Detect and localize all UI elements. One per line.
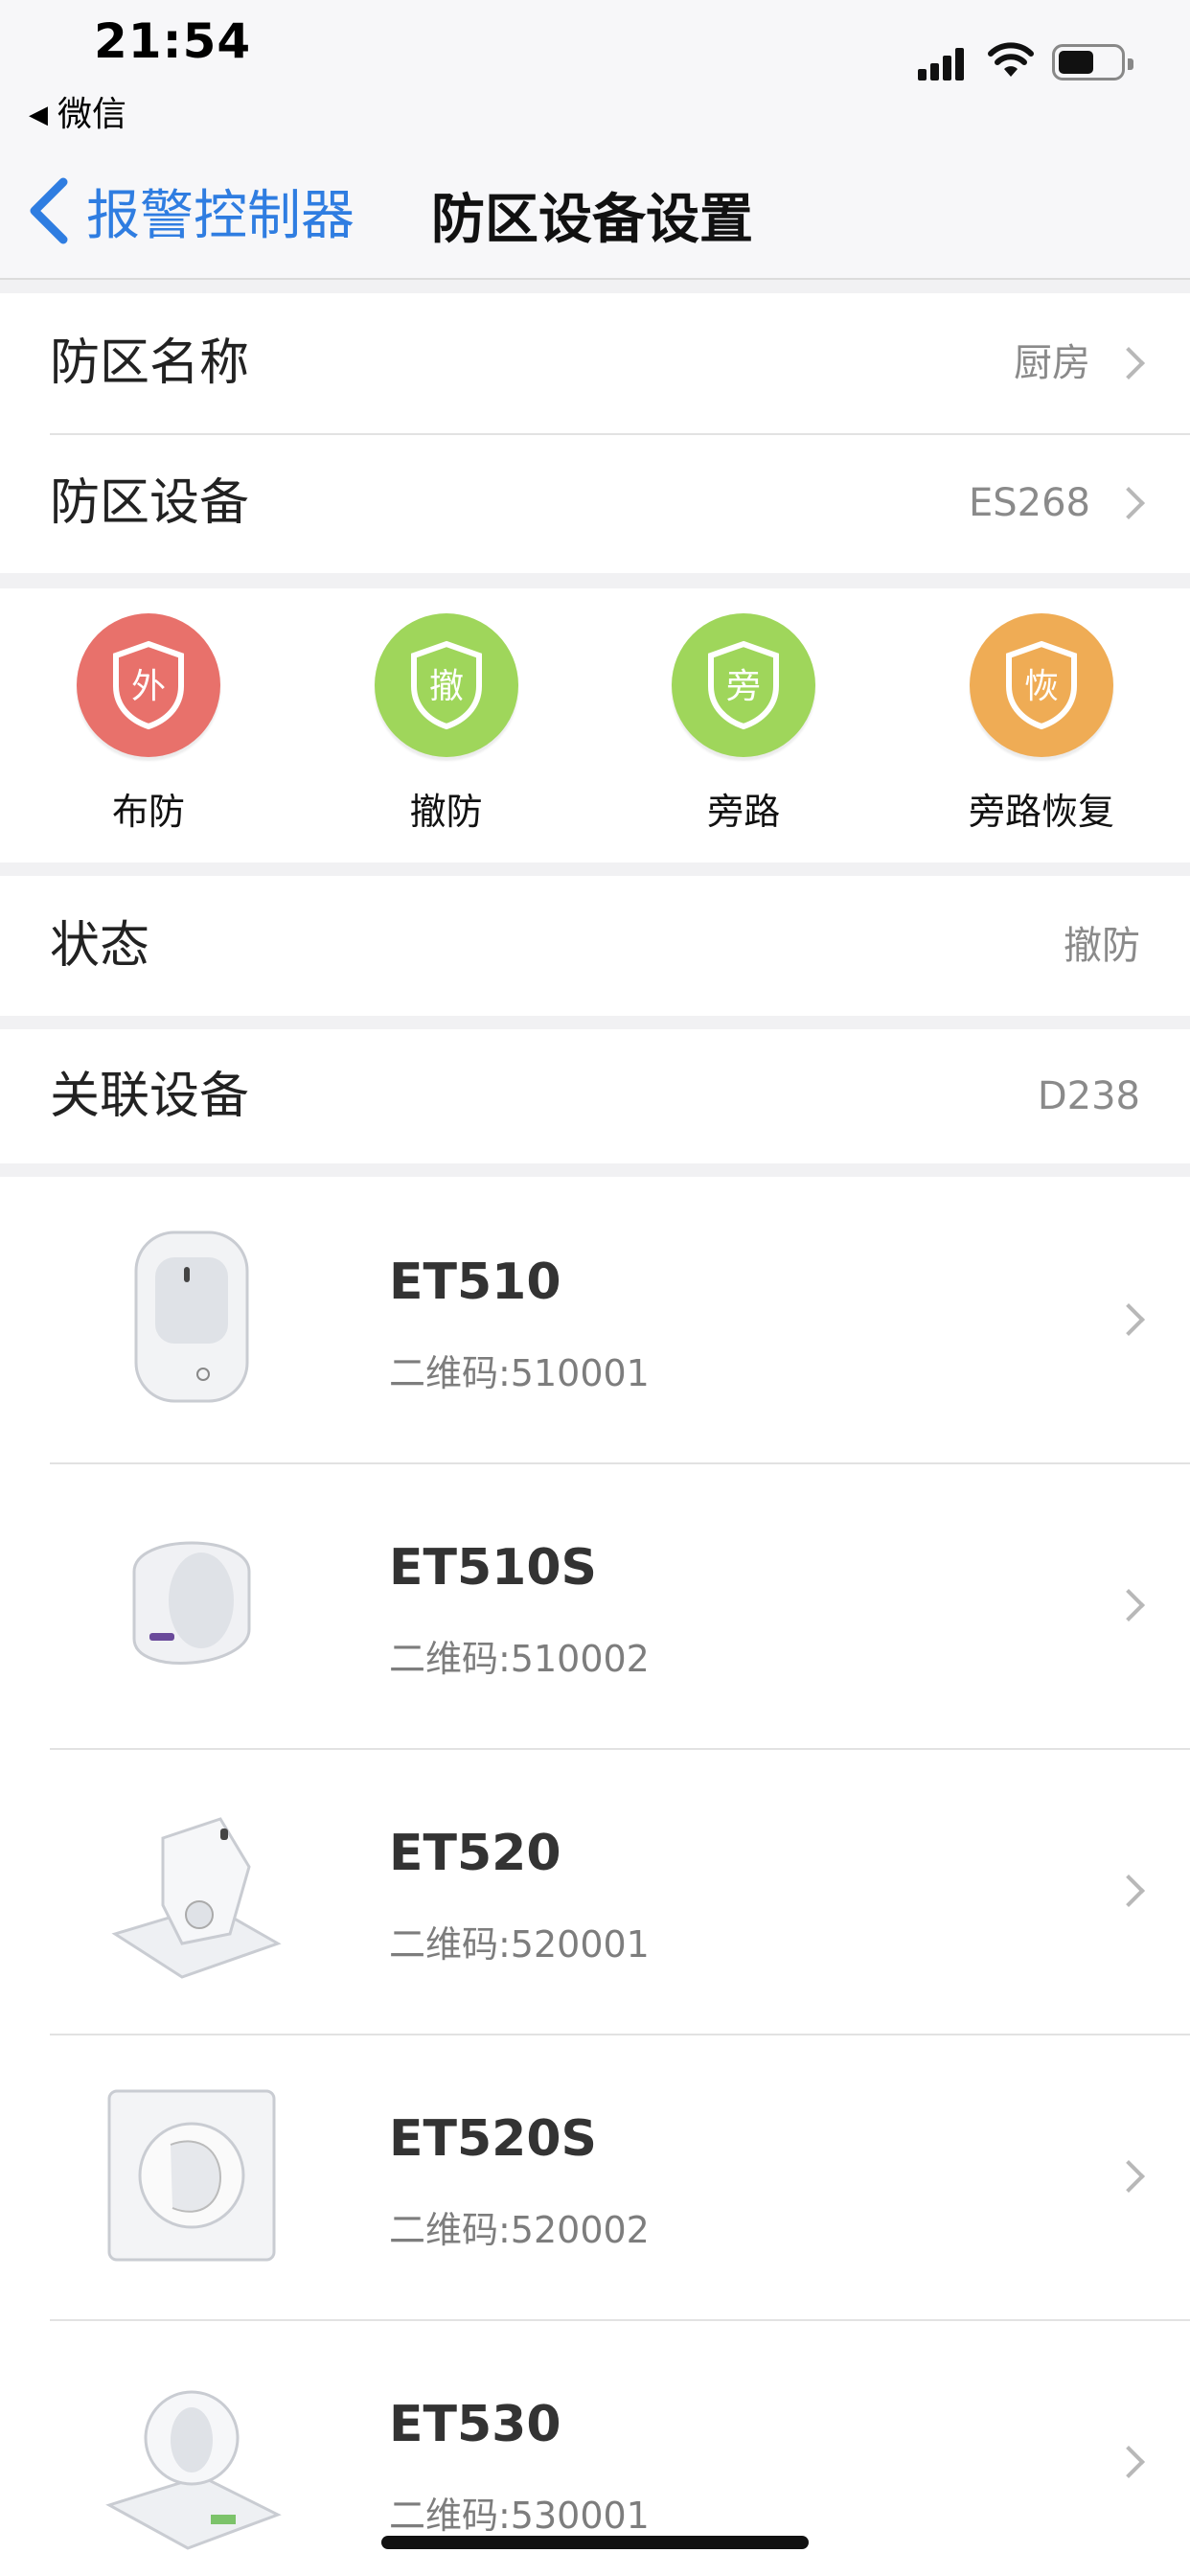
nav-back-label: 报警控制器	[86, 184, 355, 247]
list-item[interactable]: ET510 二维码:510001	[0, 1177, 1190, 1462]
zone-name-row[interactable]: 防区名称 厨房	[0, 293, 1190, 433]
back-triangle-icon: ◀	[29, 101, 48, 129]
home-indicator[interactable]	[381, 2536, 809, 2549]
device-et510s-image	[96, 1514, 287, 1696]
device-qr-code: 二维码:530001	[389, 2495, 650, 2537]
back-app-label: 微信	[57, 95, 127, 134]
device-et520s-image	[96, 2085, 287, 2267]
linked-device-label: 关联设备	[50, 1068, 250, 1125]
device-qr-code: 二维码:510001	[389, 1352, 650, 1394]
device-qr-code: 二维码:520001	[389, 1923, 650, 1966]
linked-device-card: 关联设备 D238	[0, 1029, 1190, 1163]
chevron-right-icon	[1112, 2160, 1145, 2193]
zone-name-value: 厨房	[1014, 341, 1090, 385]
chevron-right-icon	[1112, 1303, 1145, 1336]
linked-device-value: D238	[1037, 1074, 1140, 1118]
state-row: 状态 撤防	[0, 876, 1190, 1016]
chevron-right-icon	[1112, 1874, 1145, 1907]
device-list: ET510 二维码:510001 ET510S 二维码:510002 ET520	[0, 1177, 1190, 2576]
state-label: 状态	[50, 917, 150, 975]
svg-text:撤: 撤	[429, 667, 464, 706]
zone-name-label: 防区名称	[50, 334, 250, 392]
bypass-restore-button[interactable]: 恢 旁路恢复	[931, 588, 1152, 835]
state-value: 撤防	[1064, 924, 1140, 968]
bypass-restore-shield-icon: 恢	[969, 613, 1113, 757]
device-et520-image	[96, 1800, 287, 1982]
svg-text:外: 外	[131, 667, 166, 706]
zone-actions-card: 外 布防 撤 撤防 旁 旁路 恢 旁路恢复	[0, 588, 1190, 862]
device-name: ET520S	[389, 2110, 597, 2168]
battery-icon	[1052, 44, 1133, 80]
bypass-label: 旁路	[707, 791, 781, 833]
navigation-bar: 报警控制器 防区设备设置	[0, 134, 1190, 280]
linked-device-row: 关联设备 D238	[0, 1029, 1190, 1163]
zone-device-label: 防区设备	[50, 474, 250, 532]
disarm-shield-icon: 撤	[374, 613, 518, 757]
arm-shield-icon: 外	[77, 613, 220, 757]
status-bar: 21:54 ◀ 微信	[0, 0, 1190, 134]
bypass-restore-label: 旁路恢复	[968, 791, 1114, 833]
arm-label: 布防	[111, 791, 185, 833]
arm-button[interactable]: 外 布防	[38, 588, 259, 835]
device-qr-code: 二维码:520002	[389, 2209, 650, 2251]
disarm-label: 撤防	[409, 791, 483, 833]
svg-text:旁: 旁	[726, 667, 761, 706]
device-qr-code: 二维码:510002	[389, 1638, 650, 1680]
chevron-right-icon	[1112, 2446, 1145, 2478]
device-name: ET510S	[389, 1539, 597, 1597]
device-et510-image	[96, 1229, 287, 1411]
nav-back-button[interactable]: 报警控制器	[27, 172, 355, 249]
chevron-left-icon	[30, 177, 68, 244]
bypass-shield-icon: 旁	[672, 613, 816, 757]
zone-settings-card: 防区名称 厨房 防区设备 ES268	[0, 293, 1190, 573]
list-item[interactable]: ET520 二维码:520001	[0, 1748, 1190, 2034]
zone-device-value: ES268	[968, 481, 1090, 525]
svg-text:恢: 恢	[1024, 667, 1059, 706]
disarm-button[interactable]: 撤 撤防	[336, 588, 557, 835]
chevron-right-icon	[1112, 1589, 1145, 1622]
zone-device-row[interactable]: 防区设备 ES268	[0, 433, 1190, 573]
page-title: 防区设备设置	[431, 189, 753, 251]
chevron-right-icon	[1112, 487, 1145, 519]
back-to-app-link[interactable]: ◀ 微信	[29, 86, 126, 136]
device-name: ET520	[389, 1825, 561, 1882]
state-card: 状态 撤防	[0, 876, 1190, 1016]
status-time: 21:54	[94, 13, 252, 69]
device-name: ET530	[389, 2396, 561, 2453]
device-name: ET510	[389, 1254, 561, 1311]
list-item[interactable]: ET510S 二维码:510002	[0, 1462, 1190, 1748]
wifi-icon	[987, 40, 1035, 82]
list-item[interactable]: ET520S 二维码:520002	[0, 2034, 1190, 2319]
cellular-signal-icon	[918, 46, 966, 80]
bypass-button[interactable]: 旁 旁路	[633, 588, 854, 835]
chevron-right-icon	[1112, 347, 1145, 380]
device-et530-image	[96, 2371, 287, 2553]
